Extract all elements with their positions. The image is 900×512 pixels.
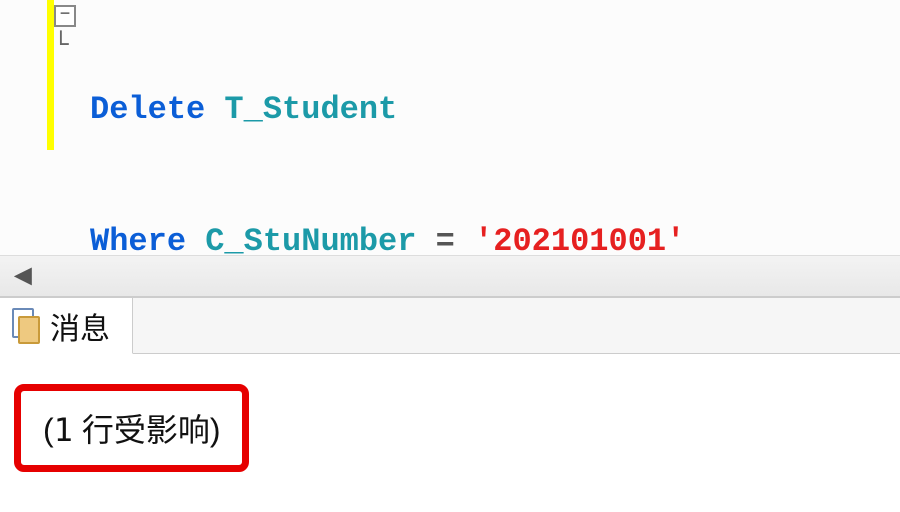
tree-marker-icon: └ xyxy=(53,27,86,63)
collapse-icon[interactable]: − xyxy=(54,5,76,27)
paren-open: ( xyxy=(43,412,54,448)
highlight-box: (1 行受影响) xyxy=(14,384,249,472)
change-marker xyxy=(47,0,54,150)
gutter: − └ xyxy=(54,0,86,63)
paren-close: ) xyxy=(210,412,221,448)
message-area: (1 行受影响) xyxy=(0,354,900,502)
code-line-1[interactable]: Delete T_Student xyxy=(90,88,685,132)
messages-tab-label: 消息 xyxy=(50,304,110,348)
messages-tab[interactable]: 消息 xyxy=(0,298,133,354)
messages-icon xyxy=(10,308,40,344)
scroll-left-icon[interactable]: ◄ xyxy=(8,259,38,293)
keyword-delete: Delete xyxy=(90,91,205,128)
identifier-table: T_Student xyxy=(224,91,397,128)
results-tab-bar: 消息 xyxy=(0,298,900,354)
rows-affected-count: 1 xyxy=(54,411,73,449)
sql-editor-pane[interactable]: − └ Delete T_Student Where C_StuNumber =… xyxy=(0,0,900,255)
horizontal-scrollbar[interactable]: ◄ xyxy=(0,255,900,297)
rows-affected-text: 行受影响 xyxy=(73,412,210,448)
results-pane: 消息 (1 行受影响) xyxy=(0,297,900,512)
